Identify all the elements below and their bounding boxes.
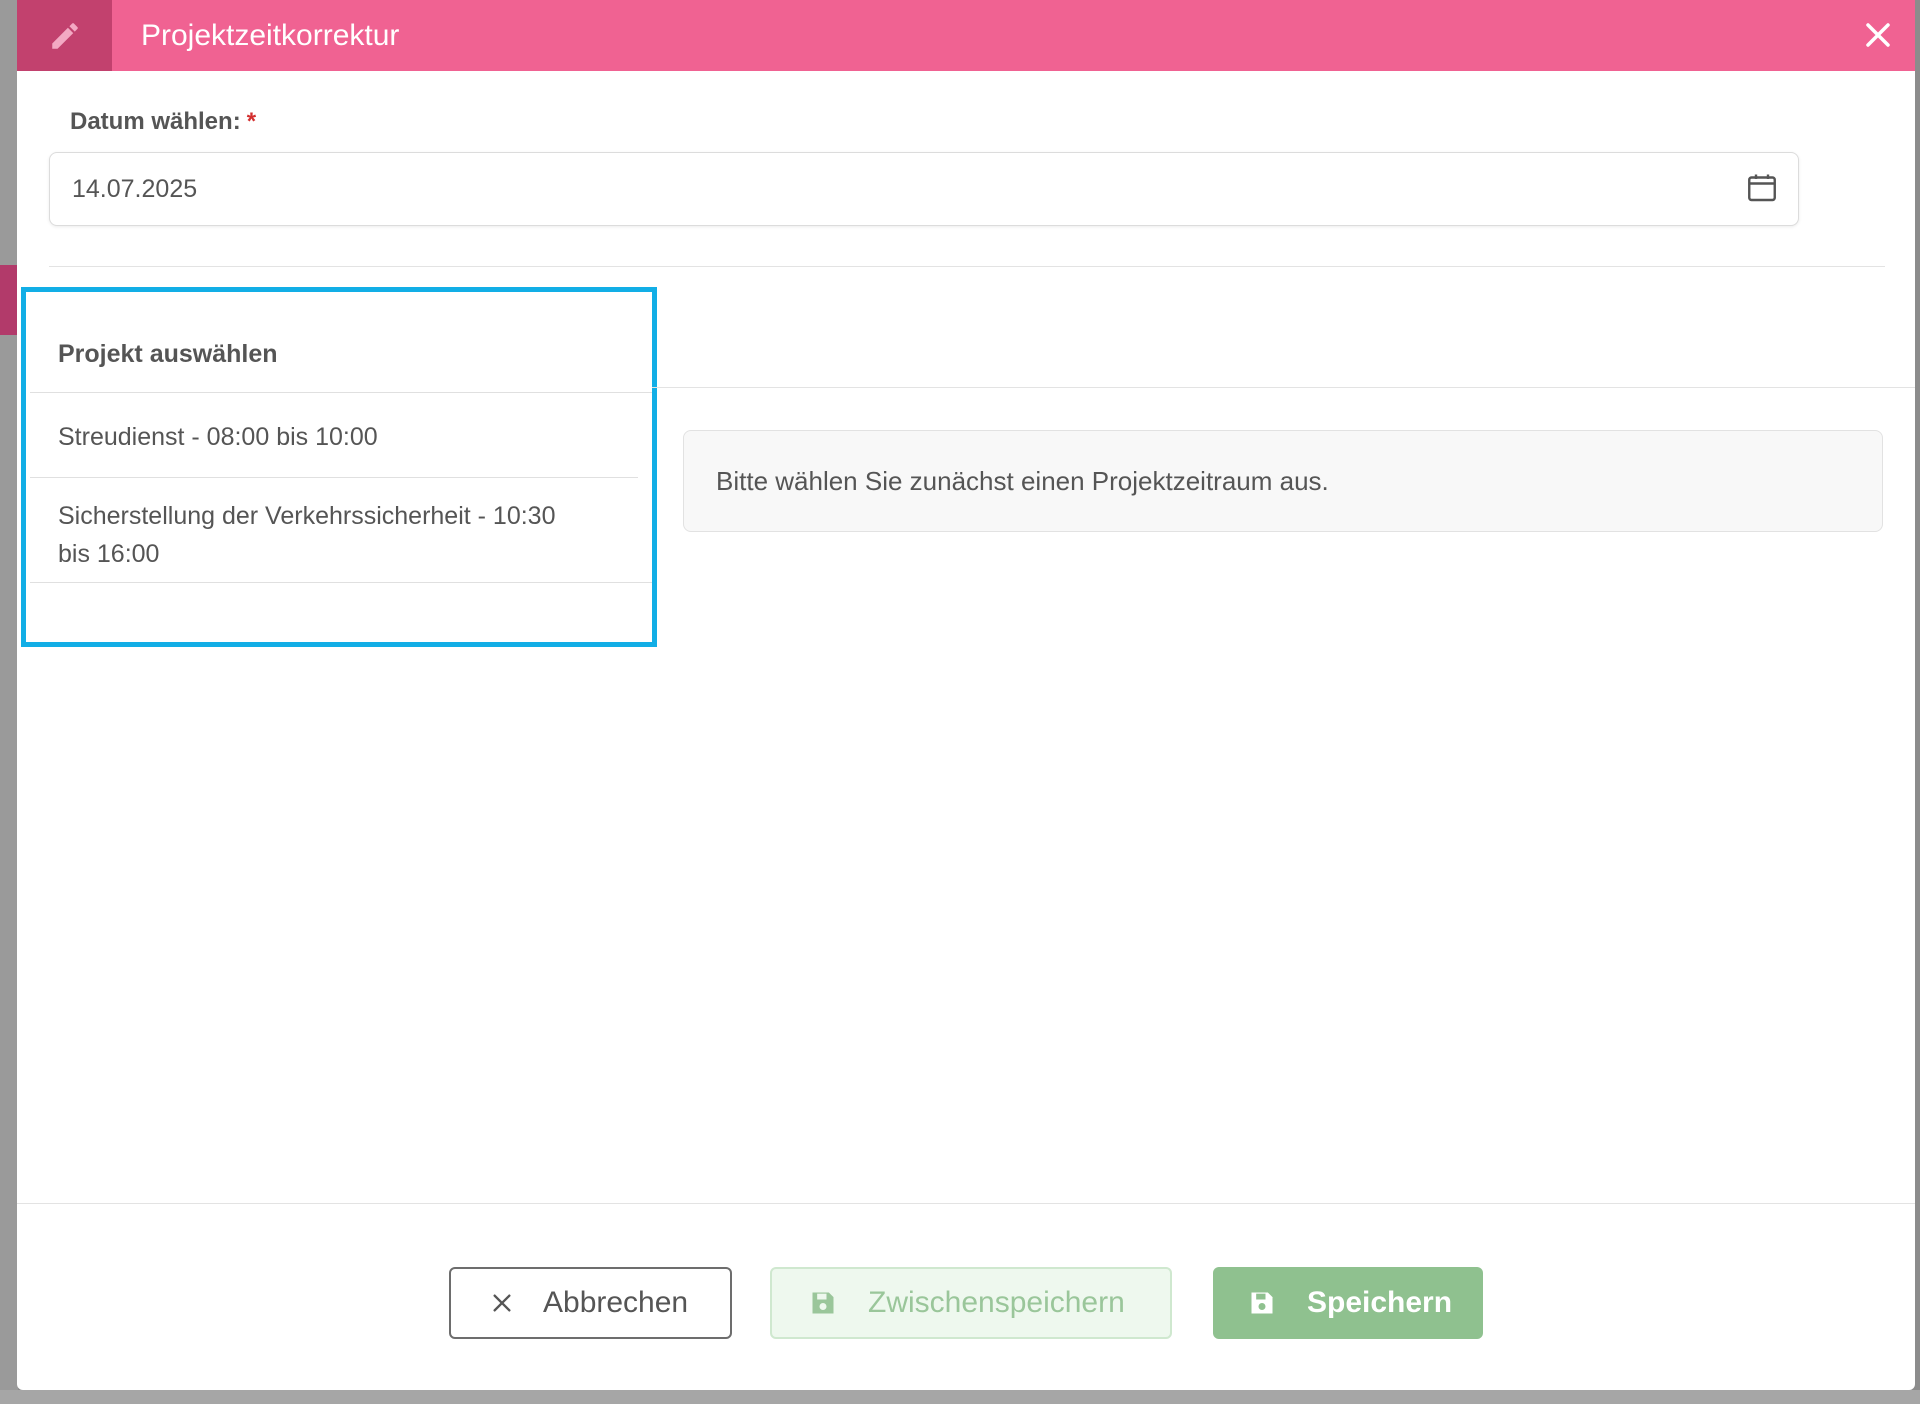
save-draft-button[interactable]: Zwischenspeichern (770, 1267, 1172, 1339)
save-button-label: Speichern (1307, 1286, 1453, 1319)
project-item-streudienst[interactable]: Streudienst - 08:00 bis 10:00 (58, 418, 618, 456)
background-app (0, 0, 18, 1404)
info-message-box: Bitte wählen Sie zunächst einen Projektz… (683, 430, 1883, 532)
background-bottom (0, 1390, 1920, 1404)
calendar-button[interactable] (1744, 170, 1780, 206)
content-divider (652, 387, 1915, 388)
date-field-label: Datum wählen: * (70, 108, 256, 136)
calendar-icon (1748, 174, 1776, 202)
project-item-verkehrssicherheit[interactable]: Sicherstellung der Verkehrssicherheit - … (58, 497, 578, 573)
dialog-title: Projektzeitkorrektur (141, 19, 400, 52)
dialog-header: Projektzeitkorrektur (17, 0, 1915, 71)
save-button[interactable]: Speichern (1213, 1267, 1483, 1339)
required-marker: * (246, 108, 257, 135)
date-label-text: Datum wählen: (70, 108, 241, 135)
save-icon (808, 1288, 838, 1318)
cancel-button[interactable]: Abbrechen (449, 1267, 732, 1339)
project-panel-heading: Projekt auswählen (58, 340, 278, 368)
save-icon (1247, 1288, 1277, 1318)
save-draft-button-label: Zwischenspeichern (868, 1286, 1125, 1319)
header-icon-box (17, 0, 112, 71)
date-input[interactable] (70, 153, 1674, 225)
project-time-correction-dialog: Projektzeitkorrektur Datum wählen:* Proj… (17, 0, 1915, 1390)
panel-divider (30, 392, 652, 393)
project-selection-panel: Projekt auswählen Streudienst - 08:00 bi… (21, 287, 657, 647)
close-icon (1866, 23, 1890, 47)
cancel-button-label: Abbrechen (543, 1286, 689, 1319)
date-input-wrapper (49, 152, 1799, 226)
close-button[interactable] (1859, 16, 1897, 54)
section-divider (49, 266, 1885, 267)
item-divider (30, 477, 638, 478)
footer-divider (17, 1203, 1915, 1204)
pencil-icon (51, 22, 78, 49)
item-divider (30, 582, 652, 583)
background-accent (0, 265, 18, 335)
close-icon (487, 1288, 517, 1318)
info-message: Bitte wählen Sie zunächst einen Projektz… (716, 466, 1329, 496)
